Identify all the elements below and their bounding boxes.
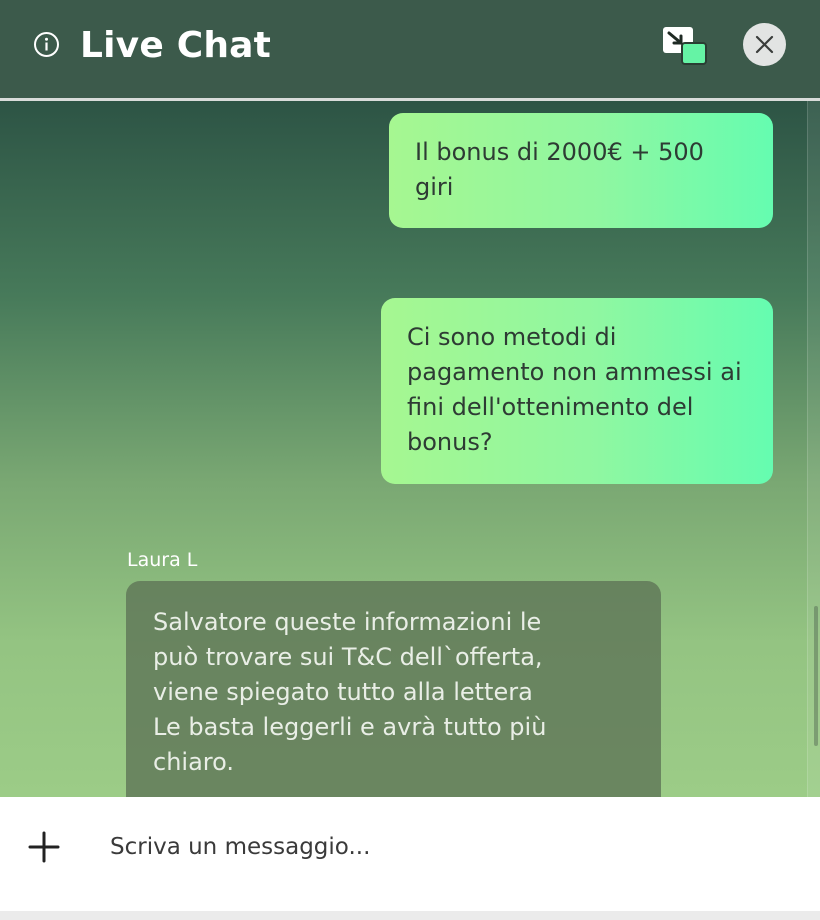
message-input[interactable] xyxy=(110,823,770,871)
plus-icon[interactable] xyxy=(27,830,61,864)
chat-header: Live Chat xyxy=(0,0,820,98)
chat-title: Live Chat xyxy=(80,25,272,66)
info-icon[interactable] xyxy=(33,31,60,58)
scrollbar-thumb[interactable] xyxy=(814,606,818,746)
live-chat-widget: Live Chat Il bonus di 2000€ + 500 giri C… xyxy=(0,0,820,920)
scrollbar[interactable] xyxy=(807,101,820,797)
bottom-strip xyxy=(0,911,820,920)
outgoing-message: Ci sono metodi di pagamento non ammessi … xyxy=(381,298,773,484)
close-icon xyxy=(755,35,774,54)
close-button[interactable] xyxy=(743,23,786,66)
agent-name: Laura L xyxy=(127,549,198,571)
message-list[interactable]: Il bonus di 2000€ + 500 giri Ci sono met… xyxy=(0,101,820,797)
message-composer xyxy=(0,797,820,911)
incoming-message: Salvatore queste informazioni le può tro… xyxy=(126,581,661,797)
outgoing-message: Il bonus di 2000€ + 500 giri xyxy=(389,113,773,228)
minimize-window-icon[interactable] xyxy=(662,26,708,66)
